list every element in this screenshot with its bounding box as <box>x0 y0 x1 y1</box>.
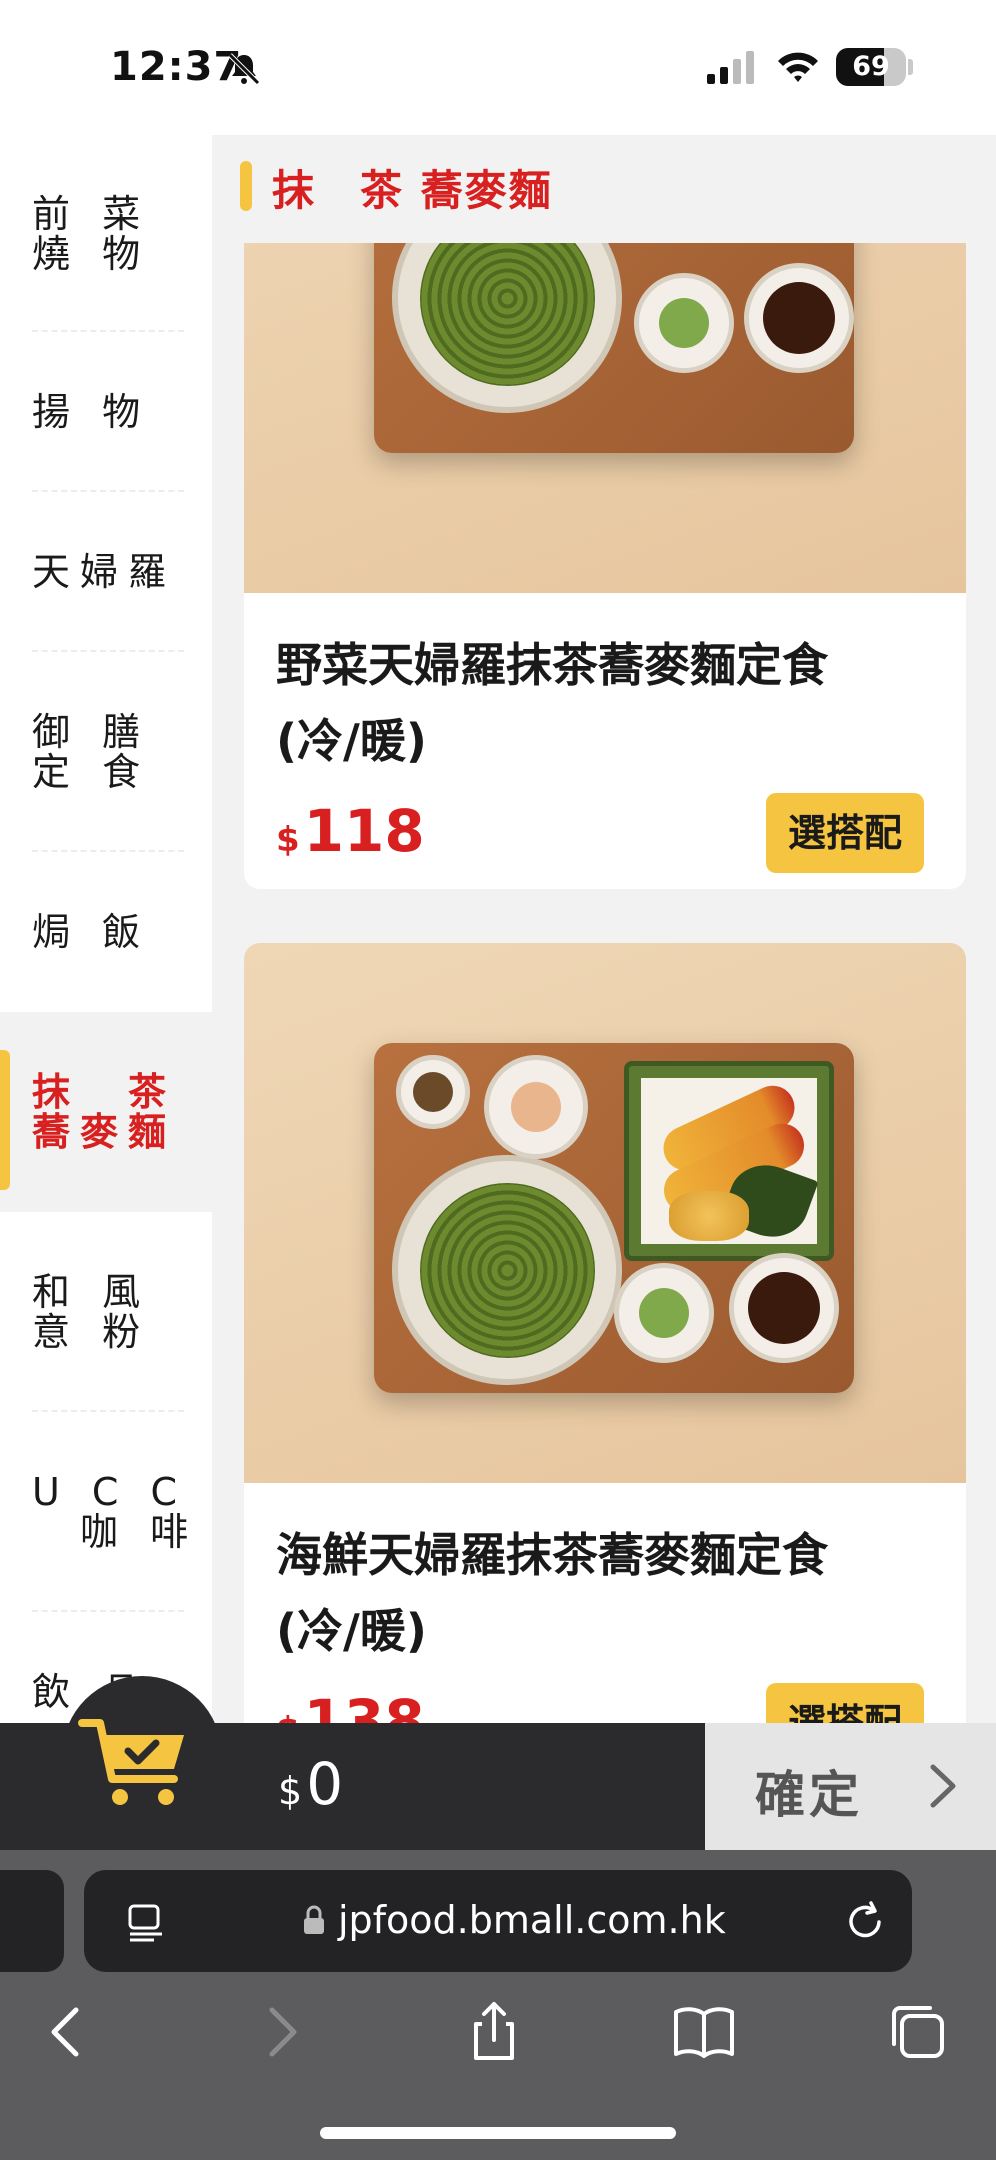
section-accent-bar <box>240 161 252 211</box>
cart-total: $0 <box>278 1750 343 1818</box>
shopping-cart-icon[interactable] <box>76 1705 196 1815</box>
previous-tab[interactable] <box>0 1870 64 1972</box>
cart-total-amount: 0 <box>306 1750 344 1818</box>
price-row: $138 選搭配 <box>276 1669 934 1723</box>
sidebar-item-label: 御 膳 定 食 <box>32 710 151 794</box>
lock-icon <box>304 1905 324 1934</box>
sidebar-item-appetizers[interactable]: 前 菜 燒 物 <box>0 135 212 332</box>
sidebar-item-label: 天婦羅 <box>32 550 177 594</box>
sidebar-item-label: 抹 茶 蕎麥麵 <box>32 1070 177 1154</box>
wifi-icon <box>778 52 818 82</box>
active-indicator <box>0 1050 10 1190</box>
choose-options-button[interactable]: 選搭配 <box>766 1683 924 1723</box>
status-time: 12:37 <box>110 44 243 90</box>
sidebar-item-label: 焗 飯 <box>32 910 151 954</box>
status-bar: 12:37 69 <box>0 0 996 135</box>
product-name: 海鮮天婦羅抹茶蕎麥麵定食 (冷/暖) <box>276 1528 828 1658</box>
dipping-sauce-bowl <box>729 1253 839 1363</box>
sidebar-item-baked-rice[interactable]: 焗 飯 <box>0 852 212 1012</box>
sidebar-item-label: 揚 物 <box>32 390 151 434</box>
sidebar-item-fried[interactable]: 揚 物 <box>0 332 212 492</box>
tabs-icon[interactable] <box>886 2000 950 2064</box>
currency-symbol: $ <box>276 1710 300 1723</box>
tempura-box <box>624 1061 834 1261</box>
back-icon[interactable] <box>36 2000 100 2064</box>
condiment-plate <box>614 1263 714 1363</box>
product-info: 野菜天婦羅抹茶蕎麥麵定食 (冷/暖) $118 選搭配 <box>244 593 966 889</box>
battery-percent: 69 <box>852 51 890 82</box>
sidebar-item-label: 和 風 意 粉 <box>32 1270 151 1354</box>
product-price: $118 <box>276 797 425 865</box>
currency-symbol: $ <box>276 820 300 860</box>
category-sidebar: 前 菜 燒 物 揚 物 天婦羅 御 膳 定 食 焗 飯 抹 茶 蕎麥麵 和 風 … <box>0 135 212 1723</box>
product-card[interactable]: 海鮮天婦羅抹茶蕎麥麵定食 (冷/暖) $138 選搭配 <box>244 943 966 1723</box>
product-info: 海鮮天婦羅抹茶蕎麥麵定食 (冷/暖) $138 選搭配 <box>244 1483 966 1723</box>
sidebar-item-label: 前 菜 燒 物 <box>32 191 151 276</box>
sidebar-item-label: U C C 咖 啡 <box>32 1470 199 1554</box>
currency-symbol: $ <box>278 1769 303 1813</box>
side-bowl <box>484 1055 588 1159</box>
soba-plate <box>392 243 622 413</box>
section-title: 抹 茶 蕎麥麵 <box>272 166 553 215</box>
cellular-signal-icon <box>707 51 754 84</box>
confirm-label: 確定 <box>755 1766 863 1824</box>
choose-options-button[interactable]: 選搭配 <box>766 793 924 873</box>
dipping-sauce-bowl <box>744 263 854 373</box>
page-menu-icon[interactable] <box>124 1900 168 1944</box>
tray <box>374 1043 854 1393</box>
sidebar-item-tempura[interactable]: 天婦羅 <box>0 492 212 652</box>
condiment-plate <box>634 273 734 373</box>
product-photo <box>244 943 966 1483</box>
sidebar-item-set-meals[interactable]: 御 膳 定 食 <box>0 652 212 852</box>
share-icon[interactable] <box>462 2000 526 2064</box>
product-list[interactable]: 野菜天婦羅抹茶蕎麥麵定食 (冷/暖) $118 選搭配 海鮮天婦羅抹茶蕎麥麵定食… <box>212 243 996 1723</box>
price-amount: 118 <box>303 797 425 865</box>
reload-icon[interactable] <box>842 1898 888 1944</box>
app-page: 12:37 69 前 菜 燒 物 揚 物 天婦羅 御 膳 定 食 焗 飯 抹 茶… <box>0 0 996 2160</box>
tray <box>374 243 854 453</box>
price-row: $118 選搭配 <box>276 779 934 889</box>
bookmarks-icon[interactable] <box>672 2000 736 2064</box>
sidebar-item-ucc-coffee[interactable]: U C C 咖 啡 <box>0 1412 212 1612</box>
confirm-button[interactable]: 確定 <box>705 1723 996 1850</box>
silent-bell-icon <box>228 53 260 85</box>
forward-icon[interactable] <box>248 2000 312 2064</box>
product-photo <box>244 243 966 593</box>
section-header: 抹 茶 蕎麥麵 <box>212 135 996 243</box>
sidebar-item-matcha-soba[interactable]: 抹 茶 蕎麥麵 <box>0 1012 212 1212</box>
address-bar[interactable]: jpfood.bmall.com.hk <box>84 1870 912 1972</box>
sidebar-item-pasta[interactable]: 和 風 意 粉 <box>0 1212 212 1412</box>
browser-toolbar: jpfood.bmall.com.hk <box>0 1850 996 2160</box>
chevron-right-icon <box>930 1764 956 1808</box>
price-amount: 138 <box>303 1687 425 1723</box>
product-name: 野菜天婦羅抹茶蕎麥麵定食 (冷/暖) <box>276 638 828 768</box>
battery-icon: 69 <box>836 48 906 86</box>
soba-plate <box>392 1155 622 1385</box>
product-card[interactable]: 野菜天婦羅抹茶蕎麥麵定食 (冷/暖) $118 選搭配 <box>244 243 966 889</box>
url-text: jpfood.bmall.com.hk <box>338 1898 726 1942</box>
home-indicator <box>320 2127 676 2139</box>
product-price: $138 <box>276 1687 425 1723</box>
battery-tip <box>908 59 913 75</box>
side-bowl <box>396 1055 470 1129</box>
